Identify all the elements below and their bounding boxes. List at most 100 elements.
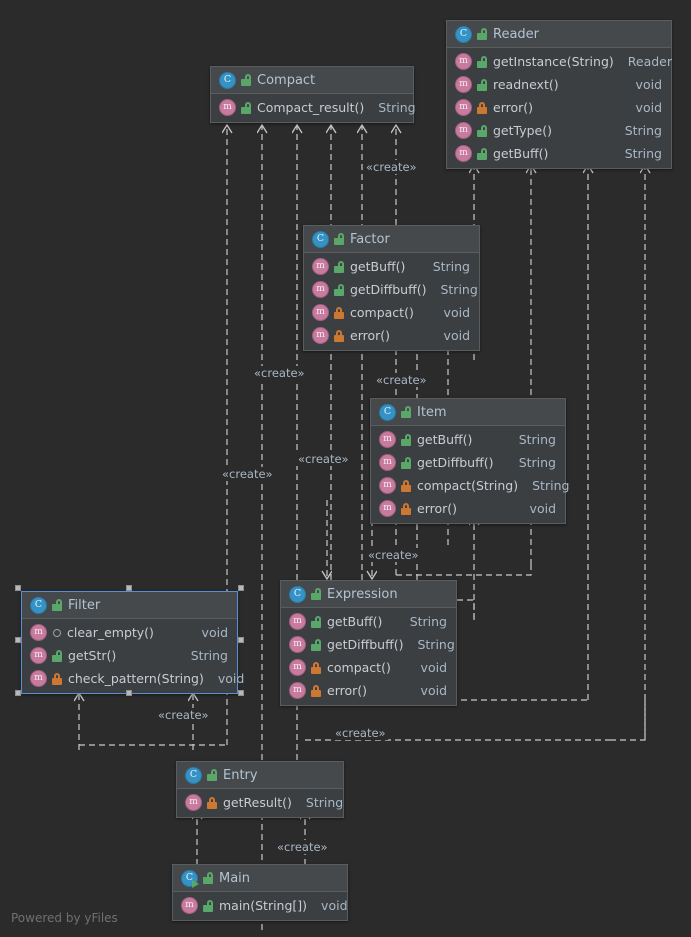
- class-box-main[interactable]: C Main m main(String[]) void: [172, 864, 348, 921]
- class-name: Reader: [493, 26, 540, 42]
- selection-handle[interactable]: [15, 585, 21, 591]
- member-type: String: [409, 614, 447, 629]
- member-row[interactable]: m getResult() String: [177, 791, 343, 814]
- selection-handle[interactable]: [15, 690, 21, 696]
- member-type: void: [201, 625, 228, 640]
- member-row[interactable]: m compact(String) String: [371, 474, 569, 497]
- class-header: C Compact: [211, 67, 413, 94]
- method-icon: m: [455, 76, 472, 93]
- member-row[interactable]: m getBuff() String: [304, 255, 479, 278]
- member-type: void: [529, 501, 556, 516]
- class-box-compact[interactable]: C Compact m Compact_result() String: [210, 66, 416, 123]
- method-icon: m: [289, 682, 306, 699]
- member-type: String: [417, 637, 455, 652]
- lock-icon: [52, 672, 62, 685]
- method-icon: m: [455, 122, 472, 139]
- member-row[interactable]: m error() void: [447, 96, 671, 119]
- class-name: Compact: [257, 72, 316, 88]
- class-name: Expression: [327, 586, 398, 602]
- member-type: void: [443, 328, 470, 343]
- selection-handle[interactable]: [126, 585, 132, 591]
- method-icon: m: [30, 670, 47, 687]
- class-icon: C: [312, 230, 329, 248]
- member-name: readnext(): [493, 77, 559, 92]
- member-type: void: [321, 898, 348, 913]
- member-list: m Compact_result() String: [211, 94, 416, 122]
- member-row[interactable]: m getBuff() String: [371, 428, 565, 451]
- member-row[interactable]: m getBuff() String: [281, 610, 456, 633]
- member-row[interactable]: m getInstance(String) Reader: [447, 50, 673, 73]
- member-type: String: [432, 259, 470, 274]
- member-row[interactable]: m compact() void: [281, 656, 456, 679]
- member-row[interactable]: m readnext() void: [447, 73, 671, 96]
- selection-handle[interactable]: [126, 690, 132, 696]
- member-type: String: [518, 455, 556, 470]
- lock-icon: [334, 329, 344, 342]
- member-row[interactable]: m getType() String: [447, 119, 671, 142]
- member-type: String: [532, 478, 570, 493]
- member-list: m getBuff() String m getDiffbuff() Strin…: [304, 253, 479, 350]
- member-row[interactable]: m error() void: [281, 679, 456, 702]
- member-name: error(): [350, 328, 391, 343]
- class-box-filter[interactable]: C Filter m clear_empty() void m getStr()…: [21, 591, 244, 694]
- member-row[interactable]: m clear_empty() void: [22, 621, 237, 644]
- member-type: String: [624, 123, 662, 138]
- member-name: compact(): [327, 660, 391, 675]
- member-type: Reader: [627, 54, 673, 69]
- member-list: m main(String[]) void: [173, 892, 348, 920]
- class-header: C Item: [371, 399, 565, 426]
- member-type: String: [305, 795, 344, 810]
- class-name: Item: [417, 404, 447, 420]
- class-header: C Main: [173, 865, 347, 892]
- unlock-icon: [401, 433, 411, 446]
- member-row[interactable]: m getBuff() String: [447, 142, 671, 165]
- member-row[interactable]: m main(String[]) void: [173, 894, 348, 917]
- class-box-entry[interactable]: C Entry m getResult() String: [176, 761, 344, 818]
- method-icon: m: [312, 258, 329, 275]
- class-box-expression[interactable]: C Expression m getBuff() String m getDif…: [280, 580, 457, 706]
- member-type: void: [420, 683, 447, 698]
- unlock-icon: [334, 260, 344, 273]
- selection-handle[interactable]: [238, 690, 244, 696]
- selection-handle[interactable]: [238, 585, 244, 591]
- unlock-icon: [203, 899, 213, 912]
- member-row[interactable]: m check_pattern(String) void: [22, 667, 244, 690]
- member-type: String: [378, 100, 416, 115]
- member-list: m getBuff() String m getDiffbuff() Strin…: [371, 426, 569, 523]
- lock-icon: [207, 796, 217, 809]
- method-icon: m: [30, 647, 47, 664]
- member-name: getType(): [493, 123, 552, 138]
- unlock-icon: [477, 28, 487, 40]
- member-row[interactable]: m error() void: [371, 497, 565, 520]
- member-type: String: [624, 146, 662, 161]
- member-row[interactable]: m getDiffbuff() String: [371, 451, 565, 474]
- selection-handle[interactable]: [15, 637, 21, 643]
- member-row[interactable]: m getDiffbuff() String: [281, 633, 456, 656]
- member-row[interactable]: m getDiffbuff() String: [304, 278, 479, 301]
- class-box-factor[interactable]: C Factor m getBuff() String m getDiffbuf…: [303, 225, 480, 351]
- member-row[interactable]: m getStr() String: [22, 644, 237, 667]
- lock-icon: [311, 661, 321, 674]
- member-name: Compact_result(): [257, 100, 365, 115]
- selection-handle[interactable]: [238, 637, 244, 643]
- edge-label-create: «create»: [220, 467, 275, 481]
- method-icon: m: [379, 500, 396, 517]
- method-icon: m: [289, 659, 306, 676]
- member-name: getResult(): [223, 795, 292, 810]
- member-name: error(): [417, 501, 458, 516]
- member-row[interactable]: m error() void: [304, 324, 479, 347]
- class-header: C Expression: [281, 581, 456, 608]
- member-name: getBuff(): [417, 432, 473, 447]
- class-icon: C: [455, 25, 472, 43]
- diagram-canvas[interactable]: C Reader m getInstance(String) Reader m …: [0, 0, 691, 937]
- member-name: getInstance(String): [493, 54, 614, 69]
- class-box-reader[interactable]: C Reader m getInstance(String) Reader m …: [446, 20, 672, 169]
- edge-label-create: «create»: [364, 160, 419, 174]
- member-row[interactable]: m compact() void: [304, 301, 479, 324]
- edge-label-create: «create»: [374, 373, 429, 387]
- unlock-icon: [311, 588, 321, 600]
- runnable-class-icon: C: [181, 869, 199, 888]
- unlock-icon: [334, 283, 344, 296]
- member-row[interactable]: m Compact_result() String: [211, 96, 416, 119]
- class-box-item[interactable]: C Item m getBuff() String m getDiffbuff(…: [370, 398, 569, 524]
